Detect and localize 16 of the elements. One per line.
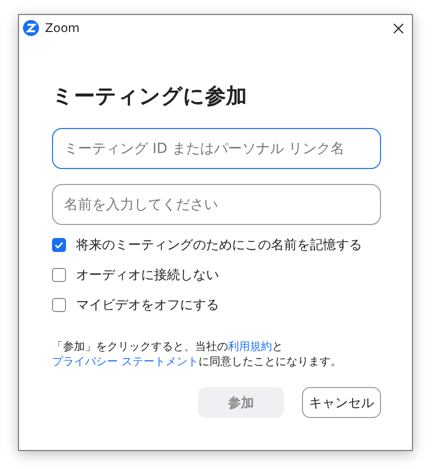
input-field[interactable]: 名前を入力してください xyxy=(52,184,381,225)
checkbox-label: オーディオに接続しない xyxy=(76,267,219,284)
checkbox[interactable] xyxy=(52,298,66,312)
app-logo-icon xyxy=(23,20,39,36)
checkbox-label: マイビデオをオフにする xyxy=(76,297,219,314)
dialog-heading: ミーティングに参加 xyxy=(52,83,248,110)
cancel-button[interactable]: キャンセル xyxy=(302,387,381,418)
link[interactable]: 利用規約 xyxy=(228,340,272,353)
checkbox[interactable] xyxy=(52,238,66,252)
window-title: Zoom xyxy=(45,21,81,35)
checkbox-label: 将来のミーティングのためにこの名前を記憶する xyxy=(76,237,362,254)
input-field[interactable]: ミーティング ID またはパーソナル リンク名 xyxy=(52,128,381,169)
close-icon[interactable] xyxy=(393,22,404,34)
link[interactable]: プライバシー ステートメント xyxy=(52,355,198,368)
consent-text: 「参加」をクリックすると、当社の利用規約 と プライバシー ステートメント に同意したことになります。 xyxy=(52,339,342,369)
checkbox[interactable] xyxy=(52,268,66,282)
